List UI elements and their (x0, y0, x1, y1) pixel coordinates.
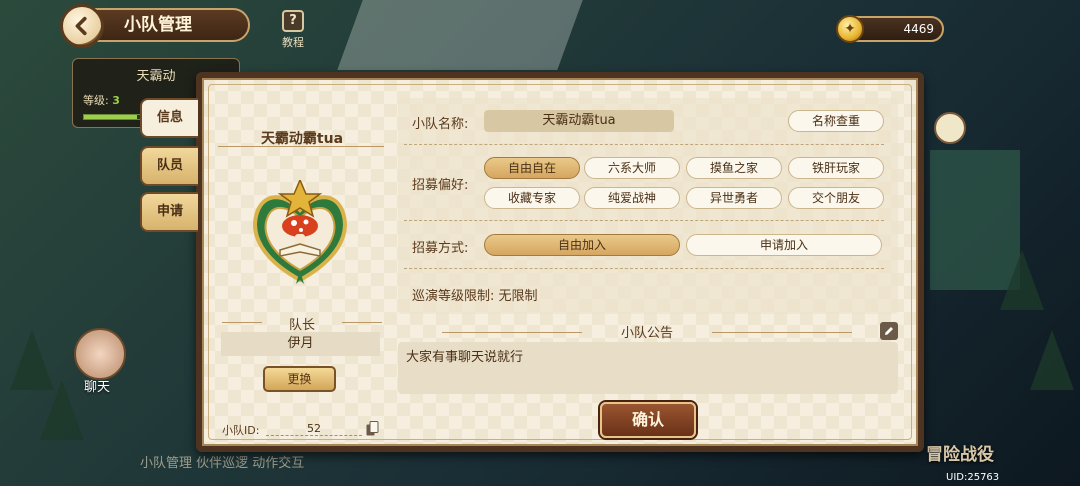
tutorial-button[interactable]: ? 教程 (276, 10, 310, 50)
section-divider (404, 268, 884, 269)
coin-icon: ✦ (836, 15, 864, 43)
preference-label: 招募偏好: (412, 178, 469, 193)
ornament-divider (442, 332, 582, 333)
preference-option[interactable]: 铁肝玩家 (788, 157, 884, 179)
background-caption: 小队管理 伙伴巡逻 动作交互 (140, 456, 305, 471)
card-level-label: 等级: (83, 94, 109, 107)
campaign-button[interactable]: 冒险战役 (926, 440, 994, 465)
ornament-divider (218, 146, 384, 147)
back-arrow-icon (75, 16, 87, 36)
captain-label: 队长 (288, 318, 315, 333)
page-title: 小队管理 (90, 8, 250, 42)
level-limit-label: 巡演等级限制: 无限制 (412, 285, 538, 304)
preference-option[interactable]: 六系大师 (584, 157, 680, 179)
team-name-heading: 天霸动霸tua (260, 131, 344, 147)
level-limit-title: 巡演等级限制: (412, 289, 495, 304)
team-name-label: 小队名称: (412, 117, 469, 132)
team-emblem[interactable] (244, 180, 356, 290)
uid-text: UID:25763 (946, 472, 1000, 483)
recruit-free-join-option[interactable]: 自由加入 (484, 234, 680, 256)
preference-option[interactable]: 摸鱼之家 (686, 157, 782, 179)
captain-name: 伊月 (221, 332, 380, 356)
section-divider (404, 220, 884, 221)
preference-option[interactable]: 收藏专家 (484, 187, 580, 209)
edit-notice-icon[interactable] (880, 322, 898, 340)
ornament-divider (712, 332, 852, 333)
tab-applications[interactable]: 申请 (140, 192, 198, 232)
section-divider (404, 144, 884, 145)
notice-content[interactable]: 大家有事聊天说就行 (398, 342, 898, 394)
background-tree (40, 380, 84, 440)
team-id-value: 52 (266, 422, 362, 436)
preference-option[interactable]: 自由自在 (484, 157, 580, 179)
currency-display[interactable]: ✦ 4469 (836, 15, 944, 43)
chat-bubble-icon[interactable] (934, 112, 966, 144)
preference-option[interactable]: 异世勇者 (686, 187, 782, 209)
level-limit-value: 无限制 (498, 289, 538, 304)
chat-label[interactable]: 聊天 (84, 376, 110, 395)
team-id-label: 小队ID: (222, 424, 260, 437)
back-button[interactable] (60, 4, 104, 48)
recruit-method-label: 招募方式: (412, 241, 469, 256)
recruit-apply-join-option[interactable]: 申请加入 (686, 234, 882, 256)
change-captain-button[interactable]: 更换 (263, 366, 336, 392)
tab-info[interactable]: 信息 (140, 98, 198, 138)
copy-icon[interactable] (366, 421, 379, 436)
tab-members[interactable]: 队员 (140, 146, 198, 186)
confirm-button[interactable]: 确认 (600, 402, 696, 438)
background-building (337, 0, 583, 70)
preference-option[interactable]: 纯爱战神 (584, 187, 680, 209)
chat-avatar-icon[interactable] (74, 328, 126, 380)
team-name-field[interactable]: 天霸动霸tua (484, 110, 674, 132)
notice-title: 小队公告 (620, 326, 673, 341)
card-level-value: 3 (112, 94, 120, 107)
name-check-button[interactable]: 名称查重 (788, 110, 884, 132)
background-tree (1000, 250, 1044, 310)
tutorial-label: 教程 (282, 36, 304, 49)
question-icon: ? (282, 10, 304, 32)
currency-amount: 4469 (903, 22, 934, 36)
background-tree (1030, 330, 1074, 390)
pencil-icon (885, 327, 893, 335)
preference-option[interactable]: 交个朋友 (788, 187, 884, 209)
